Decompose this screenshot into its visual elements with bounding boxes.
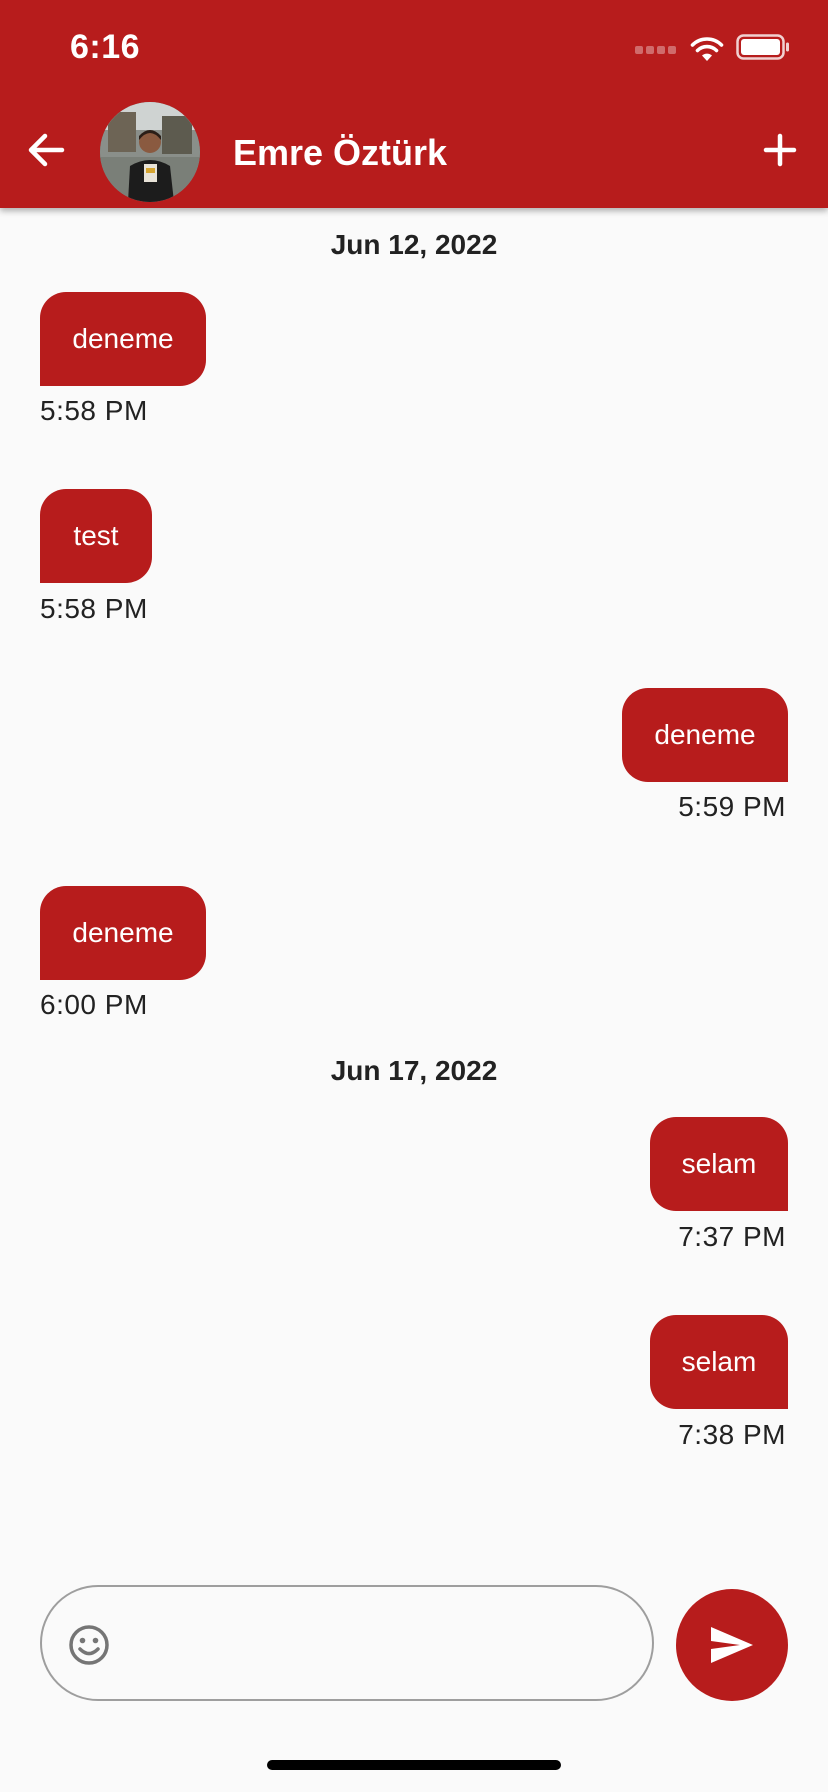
status-time: 6:16 [70,28,141,66]
message-bubble-outgoing[interactable]: selam [650,1315,788,1409]
send-icon [711,1627,753,1663]
message-bubble-incoming[interactable]: deneme [40,292,206,386]
message-time: 5:58 PM [40,593,148,624]
status-icons [635,34,790,65]
send-button[interactable] [676,1589,788,1701]
message-time: 5:59 PM [678,791,786,822]
message-time: 7:37 PM [678,1221,786,1252]
message-bubble-outgoing[interactable]: deneme [622,688,788,782]
contact-avatar[interactable] [100,102,200,202]
back-arrow-icon [28,133,65,167]
emoji-icon [69,1625,109,1665]
battery-icon [736,34,790,65]
date-separator: Jun 12, 2022 [330,229,498,260]
message-input[interactable] [132,1617,626,1671]
signal-icon [635,45,676,54]
contact-name[interactable]: Emre Öztürk [233,132,447,174]
message-time: 6:00 PM [40,989,148,1020]
message-time: 5:58 PM [40,395,148,426]
app-bar: 6:16 Emre Öztürk [0,0,828,208]
back-button[interactable] [24,128,68,172]
plus-icon [763,133,797,167]
message-composer[interactable] [40,1585,654,1701]
message-bubble-incoming[interactable]: test [40,489,152,583]
add-button[interactable] [760,130,800,170]
home-indicator [267,1760,561,1770]
message-bubble-incoming[interactable]: deneme [40,886,206,980]
date-separator: Jun 17, 2022 [330,1055,498,1086]
wifi-icon [690,36,724,61]
emoji-button[interactable] [68,1624,110,1666]
message-list[interactable]: Jun 12, 2022 deneme 5:58 PM test 5:58 PM… [0,208,828,1568]
message-bubble-outgoing[interactable]: selam [650,1117,788,1211]
message-time: 7:38 PM [678,1419,786,1450]
